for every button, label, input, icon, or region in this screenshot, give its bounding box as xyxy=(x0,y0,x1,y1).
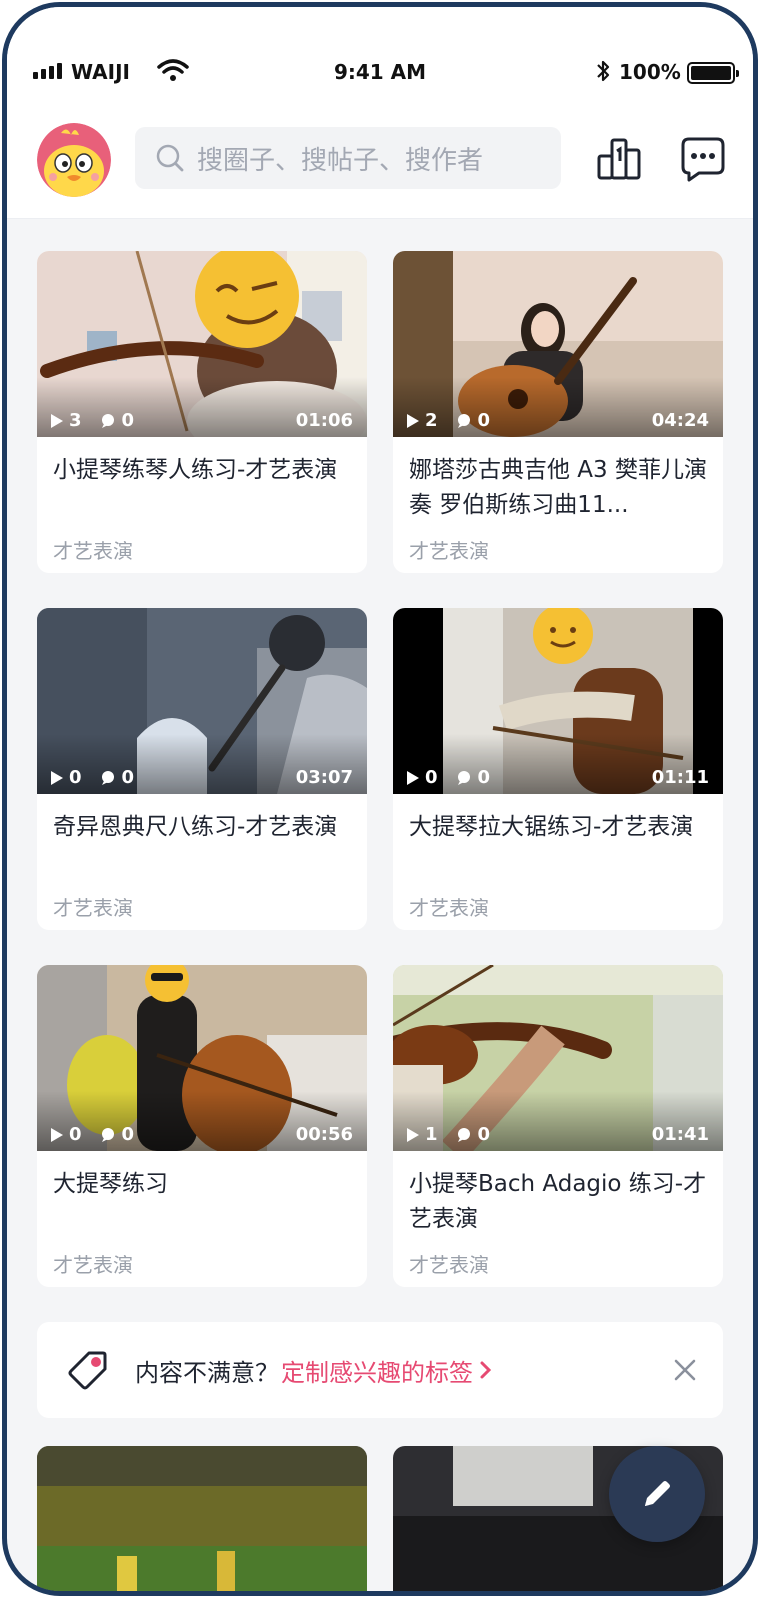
comment-count: 0 xyxy=(121,410,135,431)
video-stats: 0 0 00:56 xyxy=(51,1124,353,1145)
search-input[interactable]: 搜圈子、搜帖子、搜作者 xyxy=(135,127,561,189)
card-tag[interactable]: 才艺表演 xyxy=(393,523,723,573)
create-post-button[interactable] xyxy=(609,1446,705,1542)
video-duration: 01:06 xyxy=(295,410,353,431)
video-feed: 3 0 01:06 小提琴练琴人练习-才艺表演 才艺表演 2 0 04:24 娜… xyxy=(7,220,753,1591)
play-icon xyxy=(407,1127,419,1142)
play-count: 0 xyxy=(69,1124,82,1145)
card-title[interactable]: 奇异恩典尺八练习-才艺表演 xyxy=(37,794,367,880)
phone-frame: WAIJI 9:41 AM 100% 搜圈子、搜帖子、搜作者 3 0 01:06… xyxy=(2,2,758,1596)
card-tag[interactable]: 才艺表演 xyxy=(37,523,367,573)
video-card[interactable]: 2 0 04:24 娜塔莎古典吉他 A3 樊菲儿演奏 罗伯斯练习曲11... 才… xyxy=(393,251,723,573)
comment-count: 0 xyxy=(477,410,491,431)
card-tag[interactable]: 才艺表演 xyxy=(37,1237,367,1287)
play-icon xyxy=(407,413,419,428)
card-title[interactable]: 小提琴练琴人练习-才艺表演 xyxy=(37,437,367,523)
card-title[interactable]: 大提琴练习 xyxy=(37,1151,367,1237)
play-icon xyxy=(51,770,63,785)
video-stats: 3 0 01:06 xyxy=(51,410,353,431)
tag-customize-banner[interactable]: 内容不满意？ 定制感兴趣的标签 xyxy=(37,1322,723,1418)
close-icon[interactable] xyxy=(673,1358,697,1382)
video-card[interactable]: 0 0 03:07 奇异恩典尺八练习-才艺表演 才艺表演 xyxy=(37,608,367,930)
comment-icon xyxy=(457,413,470,428)
video-stats: 2 0 04:24 xyxy=(407,410,709,431)
status-bar: WAIJI 9:41 AM 100% xyxy=(7,7,753,107)
comment-icon xyxy=(101,413,114,428)
video-duration: 03:07 xyxy=(295,767,353,788)
chevron-right-icon[interactable] xyxy=(479,1360,493,1380)
video-thumbnail[interactable]: 2 0 04:24 xyxy=(393,251,723,437)
play-count: 0 xyxy=(425,767,438,788)
card-title[interactable]: 小提琴Bach Adagio 练习-才艺表演 xyxy=(393,1151,723,1237)
search-placeholder: 搜圈子、搜帖子、搜作者 xyxy=(197,145,484,176)
play-count: 3 xyxy=(69,410,82,431)
comment-icon xyxy=(101,770,114,785)
video-thumbnail[interactable]: 0 0 03:07 xyxy=(37,608,367,794)
price-tag-icon xyxy=(68,1351,107,1390)
leaderboard-icon[interactable] xyxy=(595,134,643,182)
video-thumbnail[interactable]: 3 0 01:06 xyxy=(37,251,367,437)
comment-count: 0 xyxy=(477,1124,491,1145)
video-duration: 00:56 xyxy=(295,1124,353,1145)
video-thumbnail[interactable]: 0 0 00:56 xyxy=(37,965,367,1151)
video-stats: 1 0 01:41 xyxy=(407,1124,709,1145)
play-count: 2 xyxy=(425,410,438,431)
play-icon xyxy=(51,413,63,428)
card-title[interactable]: 娜塔莎古典吉他 A3 樊菲儿演奏 罗伯斯练习曲11... xyxy=(393,437,723,523)
card-tag[interactable]: 才艺表演 xyxy=(393,1237,723,1287)
video-card[interactable]: 0 0 01:11 大提琴拉大锯练习-才艺表演 才艺表演 xyxy=(393,608,723,930)
comment-icon xyxy=(457,1127,470,1142)
video-thumbnail[interactable]: 1 0 01:41 xyxy=(393,965,723,1151)
video-card[interactable]: 1 0 01:41 小提琴Bach Adagio 练习-才艺表演 才艺表演 xyxy=(393,965,723,1287)
video-stats: 0 0 03:07 xyxy=(51,767,353,788)
video-duration: 01:41 xyxy=(651,1124,709,1145)
video-card[interactable]: 0 0 00:56 大提琴练习 才艺表演 xyxy=(37,965,367,1287)
banner-text: 内容不满意？ xyxy=(135,1358,279,1387)
video-duration: 01:11 xyxy=(651,767,709,788)
play-icon xyxy=(407,770,419,785)
bluetooth-icon xyxy=(597,60,610,82)
video-card[interactable]: 3 0 01:06 小提琴练琴人练习-才艺表演 才艺表演 xyxy=(37,251,367,573)
customize-tags-link[interactable]: 定制感兴趣的标签 xyxy=(281,1353,473,1388)
comment-count: 0 xyxy=(121,767,135,788)
card-tag[interactable]: 才艺表演 xyxy=(393,880,723,930)
card-tag[interactable]: 才艺表演 xyxy=(37,880,367,930)
video-thumbnail[interactable] xyxy=(37,1446,367,1591)
top-header: 搜圈子、搜帖子、搜作者 xyxy=(7,107,753,219)
card-title[interactable]: 大提琴拉大锯练习-才艺表演 xyxy=(393,794,723,880)
video-stats: 0 0 01:11 xyxy=(407,767,709,788)
message-bubble-icon[interactable] xyxy=(679,134,727,182)
play-count: 0 xyxy=(69,767,82,788)
battery-icon xyxy=(687,62,739,84)
video-duration: 04:24 xyxy=(651,410,709,431)
comment-icon xyxy=(457,770,470,785)
comment-count: 0 xyxy=(477,767,491,788)
pencil-icon xyxy=(645,1481,670,1506)
battery-percentage: 100% xyxy=(619,60,681,84)
play-count: 1 xyxy=(425,1124,438,1145)
search-icon xyxy=(156,144,184,172)
comment-count: 0 xyxy=(121,1124,135,1145)
chick-avatar-icon[interactable] xyxy=(37,123,111,197)
play-icon xyxy=(51,1127,63,1142)
comment-icon xyxy=(101,1127,114,1142)
video-thumbnail[interactable]: 0 0 01:11 xyxy=(393,608,723,794)
